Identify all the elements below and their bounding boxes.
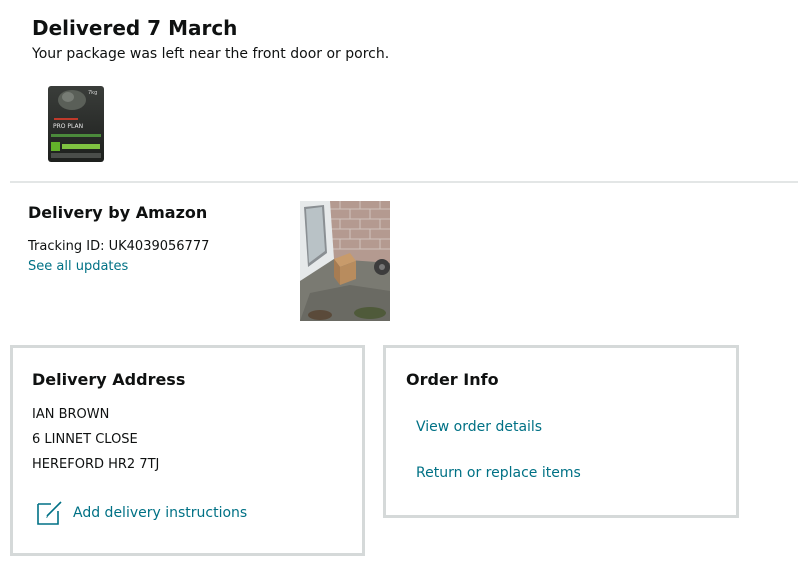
delivery-address-title: Delivery Address <box>32 370 186 389</box>
order-info-title: Order Info <box>406 370 499 389</box>
delivery-address-card: Delivery Address IAN BROWN 6 LINNET CLOS… <box>10 345 365 556</box>
address-line-city: HEREFORD HR2 7TJ <box>32 457 160 472</box>
delivery-photo-image <box>300 201 390 321</box>
delivery-status-subtitle: Your package was left near the front doo… <box>32 46 390 62</box>
order-info-card: Order Info View order details Return or … <box>383 345 739 518</box>
return-or-replace-link[interactable]: Return or replace items <box>416 465 581 481</box>
product-thumbnail[interactable]: 7kg PRO PLAN <box>46 84 106 164</box>
delivery-status-title: Delivered 7 March <box>32 16 238 40</box>
edit-note-icon <box>35 498 65 532</box>
delivery-photo[interactable] <box>300 201 390 321</box>
address-line-name: IAN BROWN <box>32 407 110 422</box>
add-delivery-instructions-button[interactable]: Add delivery instructions <box>35 498 275 528</box>
tracking-id: Tracking ID: UK4039056777 <box>28 239 210 254</box>
view-order-details-link[interactable]: View order details <box>416 419 542 435</box>
address-line-street: 6 LINNET CLOSE <box>32 432 138 447</box>
bag-brand-label: PRO PLAN <box>53 123 83 130</box>
pet-food-bag-image: 7kg PRO PLAN <box>48 86 104 162</box>
carrier-title: Delivery by Amazon <box>28 203 208 222</box>
add-delivery-instructions-label[interactable]: Add delivery instructions <box>73 505 247 521</box>
bag-weight-label: 7kg <box>88 90 97 96</box>
see-all-updates-link[interactable]: See all updates <box>28 259 128 274</box>
section-divider <box>10 181 798 183</box>
